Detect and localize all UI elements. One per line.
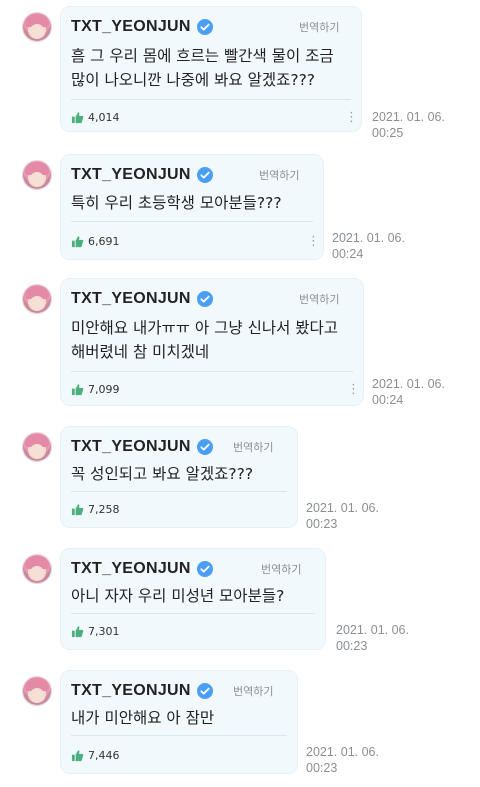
translate-button[interactable]: 번역하기 bbox=[299, 19, 339, 35]
author-name[interactable]: TXT_YEONJUN bbox=[71, 560, 191, 578]
translate-button[interactable]: 번역하기 bbox=[261, 561, 301, 577]
divider bbox=[71, 221, 313, 222]
author-name[interactable]: TXT_YEONJUN bbox=[71, 166, 191, 184]
author-name[interactable]: TXT_YEONJUN bbox=[71, 18, 191, 36]
translate-button[interactable]: 번역하기 bbox=[233, 683, 273, 699]
post-text: 흠 그 우리 몸에 흐르는 빨간색 물이 조금 많이 나오니깐 나중에 봐요 알… bbox=[71, 47, 334, 89]
verified-badge-icon bbox=[196, 291, 213, 307]
avatar[interactable] bbox=[22, 676, 52, 706]
more-options-button[interactable]: ⋮ bbox=[307, 235, 320, 248]
like-count: 7,446 bbox=[88, 749, 120, 762]
verified-badge-icon bbox=[196, 561, 213, 577]
thumbs-up-icon bbox=[71, 504, 84, 516]
like-button[interactable]: 7,099 bbox=[71, 383, 120, 396]
avatar[interactable] bbox=[22, 284, 52, 314]
divider bbox=[71, 371, 353, 372]
like-count: 4,014 bbox=[88, 111, 120, 124]
author-name[interactable]: TXT_YEONJUN bbox=[71, 682, 191, 700]
author-name[interactable]: TXT_YEONJUN bbox=[71, 290, 191, 308]
thumbs-up-icon bbox=[71, 384, 84, 396]
like-count: 6,691 bbox=[88, 235, 120, 248]
post-bubble[interactable]: TXT_YEONJUN 번역하기 아니 자자 우리 미성년 모아분들? 7,30… bbox=[60, 548, 326, 650]
divider bbox=[71, 491, 287, 492]
post-bubble[interactable]: TXT_YEONJUN 번역하기 꼭 성인되고 봐요 알겠죠??? 7,258 bbox=[60, 426, 298, 528]
author-name[interactable]: TXT_YEONJUN bbox=[71, 438, 191, 456]
timestamp: 2021. 01. 06. 00:23 bbox=[336, 623, 409, 653]
avatar[interactable] bbox=[22, 432, 52, 462]
translate-button[interactable]: 번역하기 bbox=[233, 439, 273, 455]
thumbs-up-icon bbox=[71, 236, 84, 248]
timestamp: 2021. 01. 06. 00:25 bbox=[372, 110, 445, 140]
verified-badge-icon bbox=[196, 439, 213, 455]
like-button[interactable]: 7,446 bbox=[71, 749, 120, 762]
post-bubble[interactable]: TXT_YEONJUN 번역하기 특히 우리 초등학생 모아분들??? 6,69… bbox=[60, 154, 324, 260]
like-count: 7,301 bbox=[88, 625, 120, 638]
timestamp: 2021. 01. 06. 00:23 bbox=[306, 501, 379, 531]
more-options-button[interactable]: ⋮ bbox=[347, 383, 360, 396]
like-button[interactable]: 7,258 bbox=[71, 503, 120, 516]
avatar[interactable] bbox=[22, 160, 52, 190]
post-text: 내가 미안해요 아 잠만 bbox=[71, 709, 215, 727]
more-options-button[interactable]: ⋮ bbox=[345, 111, 358, 124]
post-text: 꼭 성인되고 봐요 알겠죠??? bbox=[71, 465, 254, 483]
thumbs-up-icon bbox=[71, 626, 84, 638]
timestamp: 2021. 01. 06. 00:24 bbox=[372, 377, 445, 407]
translate-button[interactable]: 번역하기 bbox=[259, 167, 299, 183]
post-text: 미안해요 내가ㅠㅠ 아 그냥 신나서 봤다고 해버렸네 참 미치겠네 bbox=[71, 319, 339, 361]
verified-badge-icon bbox=[196, 167, 213, 183]
avatar[interactable] bbox=[22, 12, 52, 42]
post-bubble[interactable]: TXT_YEONJUN 번역하기 미안해요 내가ㅠㅠ 아 그냥 신나서 봤다고 … bbox=[60, 278, 364, 406]
verified-badge-icon bbox=[196, 19, 213, 35]
divider bbox=[71, 613, 315, 614]
post-text: 특히 우리 초등학생 모아분들??? bbox=[71, 194, 282, 212]
avatar[interactable] bbox=[22, 554, 52, 584]
translate-button[interactable]: 번역하기 bbox=[299, 291, 339, 307]
like-button[interactable]: 6,691 bbox=[71, 235, 120, 248]
like-count: 7,099 bbox=[88, 383, 120, 396]
post-text: 아니 자자 우리 미성년 모아분들? bbox=[71, 587, 285, 605]
like-count: 7,258 bbox=[88, 503, 120, 516]
divider bbox=[71, 735, 287, 736]
timestamp: 2021. 01. 06. 00:24 bbox=[332, 231, 405, 261]
like-button[interactable]: 7,301 bbox=[71, 625, 120, 638]
post-bubble[interactable]: TXT_YEONJUN 번역하기 흠 그 우리 몸에 흐르는 빨간색 물이 조금… bbox=[60, 6, 362, 132]
thumbs-up-icon bbox=[71, 750, 84, 762]
like-button[interactable]: 4,014 bbox=[71, 111, 120, 124]
timestamp: 2021. 01. 06. 00:23 bbox=[306, 745, 379, 775]
post-bubble[interactable]: TXT_YEONJUN 번역하기 내가 미안해요 아 잠만 7,446 bbox=[60, 670, 298, 774]
divider bbox=[71, 99, 351, 100]
thumbs-up-icon bbox=[71, 112, 84, 124]
verified-badge-icon bbox=[196, 683, 213, 699]
